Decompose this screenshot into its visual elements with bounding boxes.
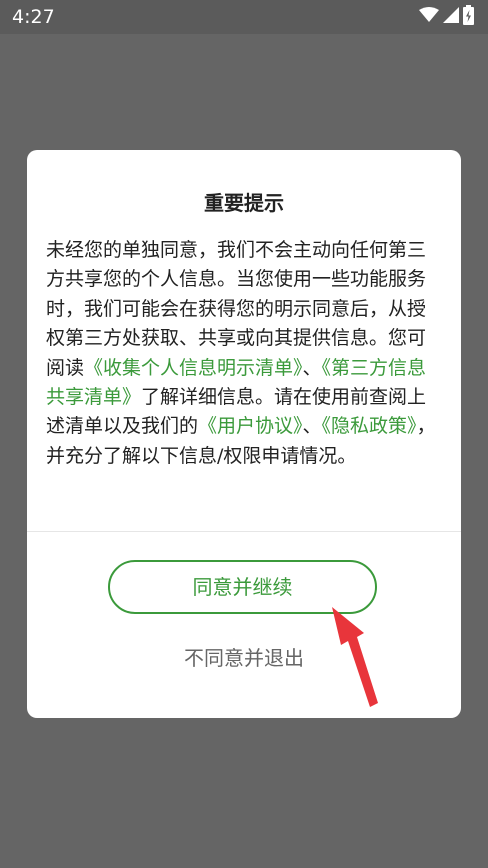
link-privacy-policy[interactable]: 《隐私政策》 (322, 415, 417, 437)
link-user-agreement[interactable]: 《用户协议》 (198, 415, 303, 437)
annotation-arrow-icon (332, 607, 378, 707)
dialog-title: 重要提示 (204, 191, 284, 215)
status-icons (419, 5, 474, 29)
status-time: 4:27 (12, 6, 55, 28)
status-bar: 4:27 (0, 0, 488, 34)
body-separator: 、 (302, 356, 322, 379)
privacy-dialog: 重要提示 未经您的单独同意，我们不会主动向任何第三方共享您的个人信息。当您使用一… (27, 150, 461, 718)
body-separator: 、 (302, 415, 322, 438)
divider (27, 531, 461, 532)
screen: 4:27 重要提示 未经您的单独同意，我们不会主动向任何第三方共享您的个人信息。… (0, 0, 488, 868)
battery-icon (463, 5, 474, 29)
decline-exit-button[interactable]: 不同意并退出 (27, 644, 461, 672)
signal-icon (443, 7, 459, 27)
dialog-body: 未经您的单独同意，我们不会主动向任何第三方共享您的个人信息。当您使用一些功能服务… (46, 236, 442, 471)
link-collect-personal-info-list[interactable]: 《收集个人信息明示清单》 (84, 357, 303, 379)
wifi-icon (419, 7, 439, 27)
